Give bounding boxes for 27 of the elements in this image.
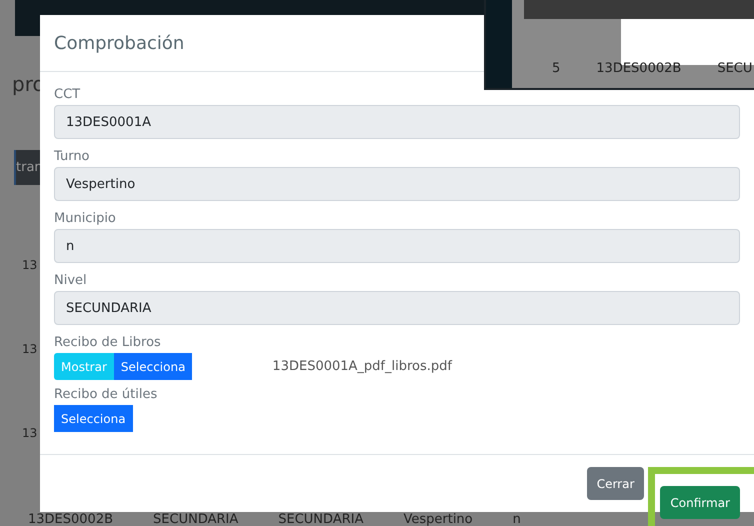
table-cell: 13DES0002B xyxy=(28,512,114,526)
input-field[interactable]: Vespertino xyxy=(54,167,740,201)
table-cell: 5 xyxy=(552,61,560,76)
table-cell: SECUNDARIA xyxy=(278,512,364,526)
modal-title: Comprobación xyxy=(54,32,184,54)
file-name: 13DES0001A_pdf_libros.pdf xyxy=(272,359,452,374)
field-label: Municipio xyxy=(54,210,117,228)
table-cell: SECUNDARIA xyxy=(153,512,238,526)
table-cell: 13 xyxy=(22,426,38,440)
select-button[interactable]: Selecciona xyxy=(114,353,192,380)
select-button[interactable]: Selecciona xyxy=(54,405,133,432)
table-cell: 13DES0002B xyxy=(596,61,682,76)
table-cell: 13 xyxy=(22,258,38,272)
close-button[interactable]: Cerrar xyxy=(586,467,644,500)
upload-label: Recibo de Libros xyxy=(54,334,162,352)
field-label: CCT xyxy=(54,86,82,104)
input-field[interactable]: SECUNDARIA xyxy=(54,291,740,325)
field-label: Nivel xyxy=(54,272,88,290)
input-field[interactable]: n xyxy=(54,229,740,263)
upload-label: Recibo de útiles xyxy=(54,386,158,404)
field-label: Turno xyxy=(54,148,91,166)
confirm-button[interactable]: Confirmar xyxy=(660,486,740,519)
table-cell: 13 xyxy=(22,342,38,356)
table-cell: n xyxy=(512,512,521,526)
input-field[interactable]: 13DES0001A xyxy=(54,105,740,139)
table-cell: SECU xyxy=(717,61,752,76)
table-cell: Vespertino xyxy=(403,512,473,526)
